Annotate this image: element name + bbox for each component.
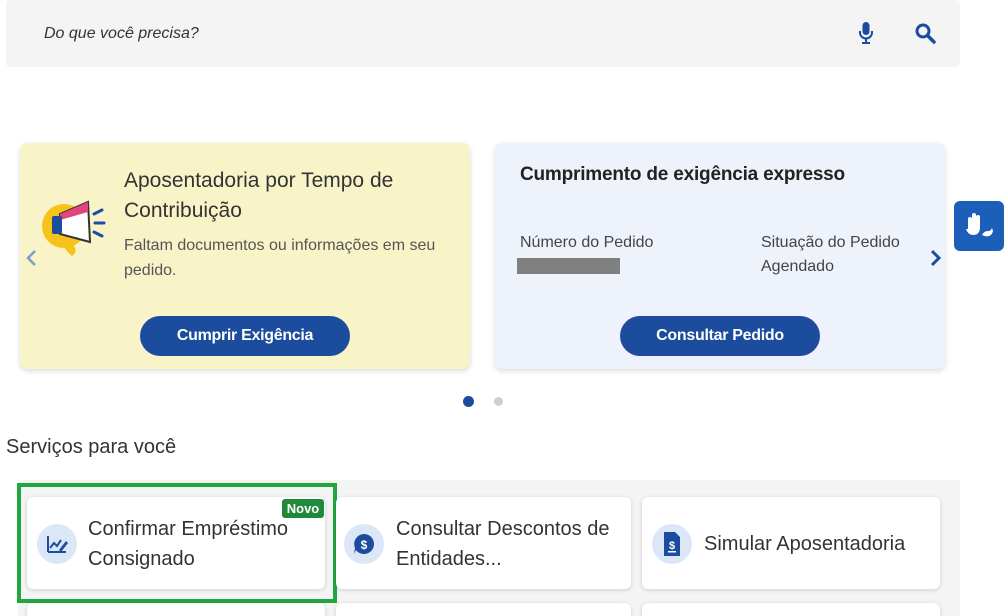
megaphone-icon [38, 190, 108, 262]
chart-pen-icon [37, 524, 77, 564]
service-card-simular-aposentadoria[interactable]: $ Simular Aposentadoria [642, 497, 940, 589]
dollar-chat-icon: $ [344, 524, 384, 564]
carousel-dot-1[interactable] [463, 396, 474, 407]
document-dollar-icon: $ [652, 524, 692, 564]
service-label: Consultar Descontos de Entidades... [396, 518, 610, 570]
order-status-value: Agendado [761, 258, 834, 275]
card-description: Faltam documentos ou informações em seu … [124, 237, 436, 279]
chevron-right-icon [930, 249, 942, 267]
voice-search-button[interactable] [852, 18, 880, 48]
chevron-left-icon [26, 250, 36, 266]
service-card-consultar-descontos[interactable]: $ Consultar Descontos de Entidades... [336, 497, 631, 589]
order-number-redacted [517, 258, 620, 274]
search-button[interactable] [910, 18, 940, 48]
microphone-icon [859, 22, 873, 44]
card-title: Cumprimento de exigência expresso [520, 164, 845, 185]
card-title: Aposentadoria por Tempo de Contribuição [124, 169, 394, 222]
order-number-label: Número do Pedido [520, 234, 654, 251]
services-section-title: Serviços para você [6, 436, 177, 458]
order-status-label: Situação do Pedido [761, 234, 900, 251]
service-label: Simular Aposentadoria [704, 533, 906, 555]
service-label: Confirmar Empréstimo Consignado [88, 518, 289, 570]
service-card-row2[interactable] [27, 603, 325, 616]
search-bar [6, 0, 960, 67]
libras-accessibility-button[interactable] [954, 201, 1004, 251]
libras-hands-icon [966, 213, 993, 237]
svg-text:$: $ [361, 538, 368, 552]
cumprir-exigencia-button[interactable]: Cumprir Exigência [140, 316, 350, 356]
service-card-confirmar-emprestimo[interactable]: Confirmar Empréstimo Consignado [27, 497, 325, 589]
carousel-dot-2[interactable] [494, 397, 503, 406]
carousel-prev-button[interactable] [22, 246, 42, 270]
service-card-row2[interactable] [336, 603, 631, 616]
service-card-row2[interactable] [642, 603, 940, 616]
search-input[interactable] [44, 22, 804, 46]
consultar-pedido-button[interactable]: Consultar Pedido [620, 316, 820, 356]
svg-text:$: $ [669, 540, 675, 552]
carousel-next-button[interactable] [925, 246, 945, 270]
search-icon [915, 23, 936, 44]
novo-badge: Novo [282, 499, 324, 518]
